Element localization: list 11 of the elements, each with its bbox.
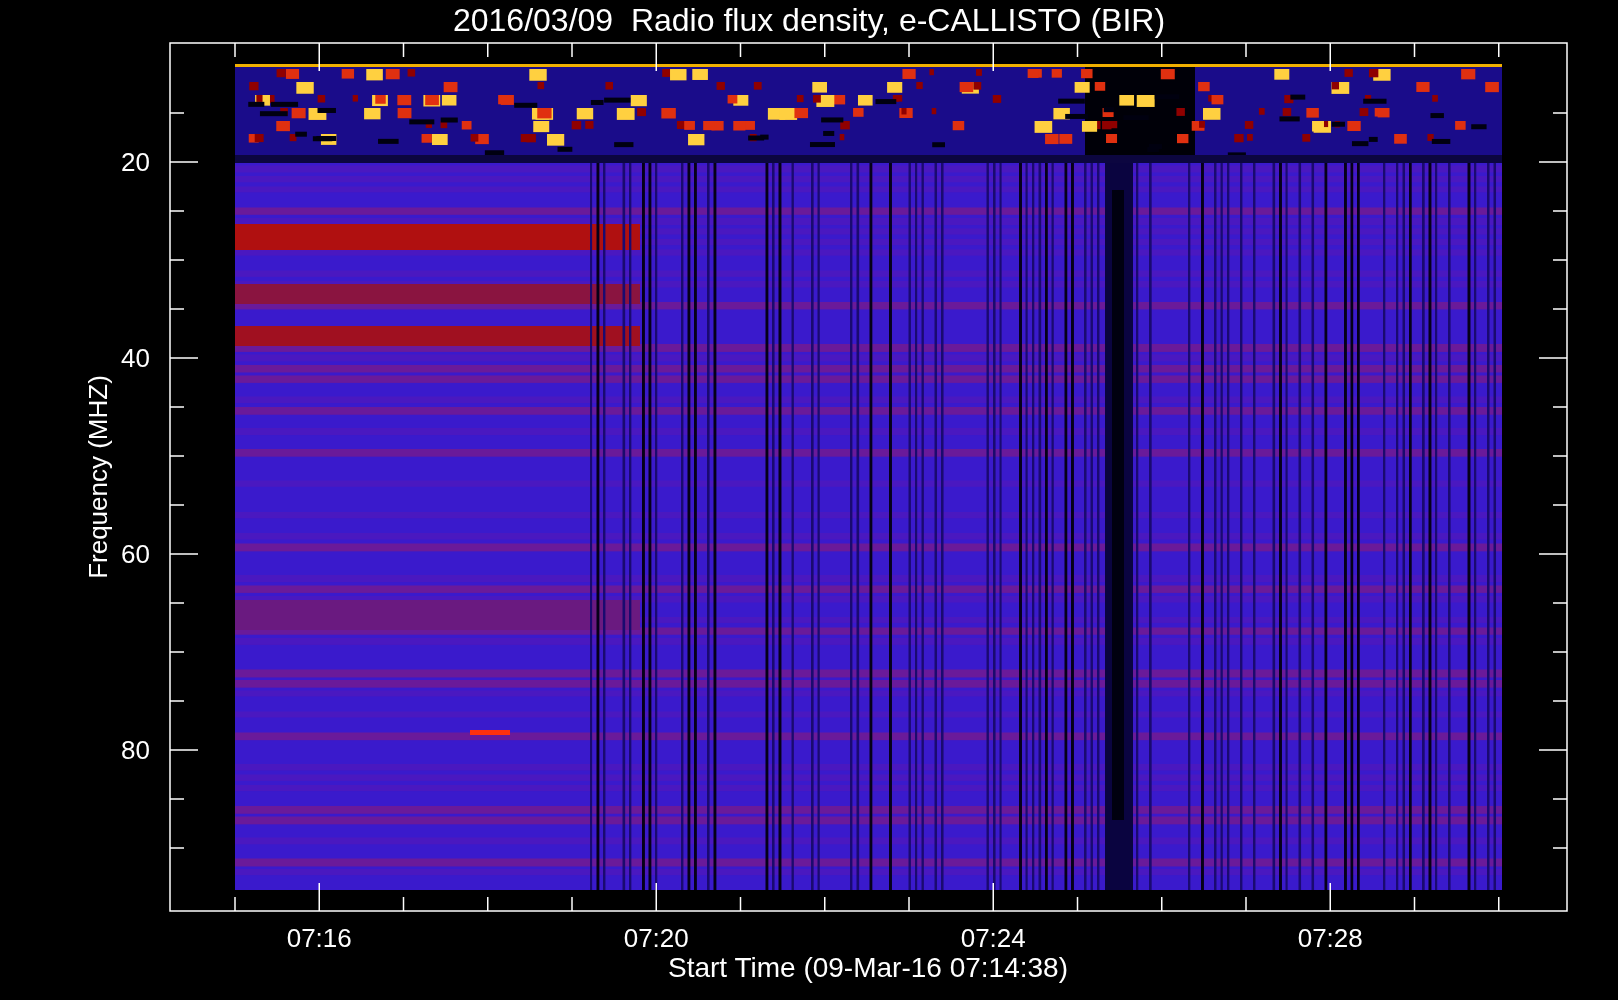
tick-label: 07:20 — [623, 923, 689, 953]
chart-title: 2016/03/09 Radio flux density, e-CALLISTO (BIR) — [452, 2, 1166, 38]
tick-label: 20 — [121, 147, 150, 177]
tick-label: 07:28 — [1297, 923, 1363, 953]
tick-label: 80 — [121, 735, 150, 765]
axis-title: Start Time (09-Mar-16 07:14:38) — [668, 952, 1068, 983]
axis-title: Frequency (MHZ) — [83, 375, 113, 579]
tick-label: 07:24 — [960, 923, 1026, 953]
tick-label: 07:16 — [286, 923, 352, 953]
tick-label: 40 — [121, 343, 150, 373]
tick-label: 60 — [121, 539, 150, 569]
